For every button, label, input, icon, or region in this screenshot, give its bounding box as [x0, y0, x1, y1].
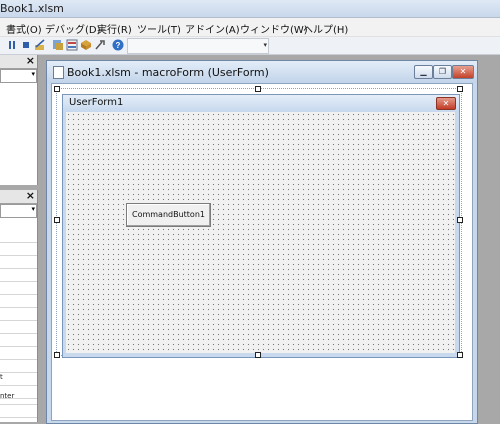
designer-client-area: UserForm1 ✕ CommandButton1	[51, 83, 473, 421]
property-row[interactable]	[0, 360, 37, 373]
command-button[interactable]: CommandButton1	[126, 203, 211, 227]
userform-canvas[interactable]: CommandButton1	[66, 112, 455, 353]
restore-button[interactable]: ❐	[433, 65, 452, 79]
properties-object-combo[interactable]: ▾	[0, 204, 37, 218]
chevron-down-icon[interactable]: ▾	[31, 70, 35, 78]
property-row[interactable]	[0, 230, 37, 243]
property-row[interactable]	[0, 256, 37, 269]
userform-title-bar: UserForm1 ✕	[63, 95, 459, 111]
resize-handle[interactable]	[54, 217, 60, 223]
properties-pane-header: ×	[0, 189, 37, 204]
userform-caption: UserForm1	[69, 97, 124, 108]
chevron-down-icon[interactable]: ▾	[263, 41, 267, 49]
project-pane-combo[interactable]: ▾	[0, 69, 37, 83]
resize-handle[interactable]	[255, 352, 261, 358]
resize-handle[interactable]	[457, 352, 463, 358]
property-row[interactable]	[0, 308, 37, 321]
menu-addins[interactable]: アドイン(A)	[185, 21, 240, 36]
menu-help[interactable]: ヘルプ(H)	[303, 21, 348, 36]
project-pane-header: ×	[0, 54, 37, 69]
resize-handle[interactable]	[255, 86, 261, 92]
resize-handle[interactable]	[457, 217, 463, 223]
property-row[interactable]: t	[0, 373, 37, 386]
document-icon	[53, 66, 64, 79]
menu-tools[interactable]: ツール(T)	[137, 21, 181, 36]
resize-handle[interactable]	[54, 352, 60, 358]
designer-window-title: Book1.xlsm - macroForm (UserForm)	[67, 66, 269, 79]
menu-window[interactable]: ウィンドウ(W)	[240, 21, 308, 36]
property-row[interactable]: nter	[0, 392, 37, 405]
chevron-down-icon[interactable]: ▾	[31, 205, 35, 213]
close-icon[interactable]: ×	[26, 54, 35, 67]
project-explorer-pane: × ▾	[0, 54, 38, 185]
app-title-bar: Book1.xlsm	[0, 0, 500, 18]
properties-pane: × ▾ t nter	[0, 189, 38, 422]
property-row[interactable]	[0, 269, 37, 282]
property-row[interactable]	[0, 282, 37, 295]
property-row[interactable]	[0, 243, 37, 256]
property-label: t	[0, 373, 3, 381]
project-explorer-icon[interactable]	[52, 39, 64, 51]
userform-selection-frame[interactable]: UserForm1 ✕ CommandButton1	[56, 88, 462, 358]
userform[interactable]: UserForm1 ✕ CommandButton1	[62, 94, 460, 358]
svg-text:?: ?	[116, 41, 121, 50]
object-browser-icon[interactable]	[80, 39, 92, 51]
pause-icon[interactable]	[6, 39, 18, 51]
close-icon[interactable]: ×	[26, 189, 35, 202]
userform-close-button[interactable]: ✕	[436, 97, 456, 110]
stop-icon[interactable]	[20, 39, 32, 51]
help-icon[interactable]: ?	[112, 39, 124, 51]
design-mode-icon[interactable]	[34, 39, 46, 51]
menu-debug[interactable]: デバッグ(D)	[45, 21, 101, 36]
toolbox-icon[interactable]	[94, 39, 106, 51]
userform-designer-window: Book1.xlsm - macroForm (UserForm) ▁ ❐ ✕ …	[46, 60, 478, 424]
menu-bar: 書式(O) デバッグ(D) 実行(R) ツール(T) アドイン(A) ウィンドウ…	[0, 18, 500, 37]
resize-handle[interactable]	[54, 86, 60, 92]
property-row[interactable]	[0, 321, 37, 334]
toolbar-combo[interactable]: ▾	[127, 38, 269, 54]
property-row[interactable]	[0, 334, 37, 347]
menu-run[interactable]: 実行(R)	[97, 21, 132, 36]
property-label: nter	[0, 392, 15, 400]
resize-handle[interactable]	[457, 86, 463, 92]
toolbar: ? ▾	[0, 37, 500, 55]
minimize-button[interactable]: ▁	[414, 65, 433, 79]
property-row[interactable]	[0, 347, 37, 360]
app-title: Book1.xlsm	[0, 2, 64, 15]
menu-format[interactable]: 書式(O)	[6, 21, 42, 36]
properties-icon[interactable]	[66, 39, 78, 51]
property-row[interactable]	[0, 405, 37, 418]
close-window-button[interactable]: ✕	[452, 65, 474, 79]
property-row[interactable]	[0, 295, 37, 308]
designer-title-bar: Book1.xlsm - macroForm (UserForm) ▁ ❐ ✕	[47, 61, 477, 83]
